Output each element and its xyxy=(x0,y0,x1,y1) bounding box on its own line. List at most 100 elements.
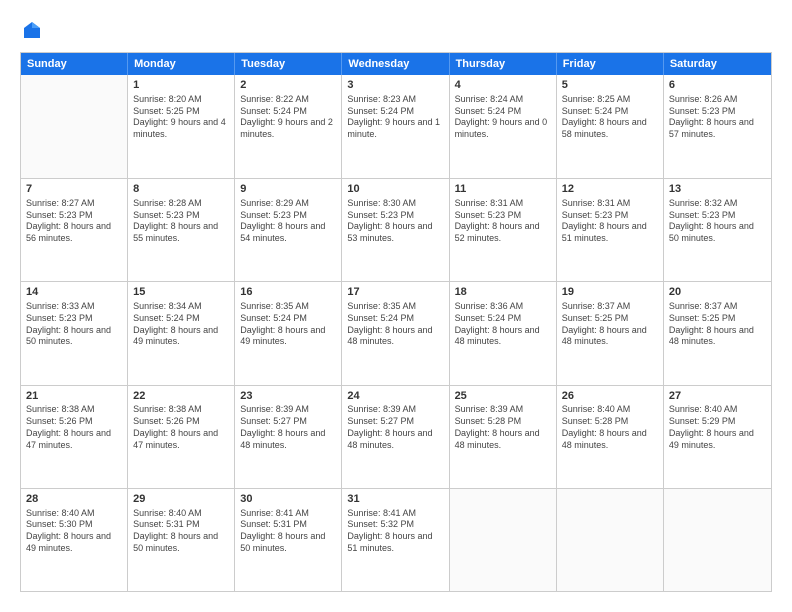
day-number: 3 xyxy=(347,78,443,93)
cell-info: Sunrise: 8:35 AMSunset: 5:24 PMDaylight:… xyxy=(240,301,336,348)
day-number: 7 xyxy=(26,182,122,197)
page: SundayMondayTuesdayWednesdayThursdayFrid… xyxy=(0,0,792,612)
day-number: 30 xyxy=(240,492,336,507)
cell-info: Sunrise: 8:25 AMSunset: 5:24 PMDaylight:… xyxy=(562,94,658,141)
cell-info: Sunrise: 8:39 AMSunset: 5:27 PMDaylight:… xyxy=(347,404,443,451)
day-cell-25: 25Sunrise: 8:39 AMSunset: 5:28 PMDayligh… xyxy=(450,386,557,488)
day-number: 12 xyxy=(562,182,658,197)
logo xyxy=(20,20,44,40)
day-cell-28: 28Sunrise: 8:40 AMSunset: 5:30 PMDayligh… xyxy=(21,489,128,591)
cell-info: Sunrise: 8:37 AMSunset: 5:25 PMDaylight:… xyxy=(669,301,766,348)
day-number: 6 xyxy=(669,78,766,93)
cell-info: Sunrise: 8:40 AMSunset: 5:28 PMDaylight:… xyxy=(562,404,658,451)
day-cell-31: 31Sunrise: 8:41 AMSunset: 5:32 PMDayligh… xyxy=(342,489,449,591)
day-number: 2 xyxy=(240,78,336,93)
cell-info: Sunrise: 8:22 AMSunset: 5:24 PMDaylight:… xyxy=(240,94,336,141)
calendar-row-2: 14Sunrise: 8:33 AMSunset: 5:23 PMDayligh… xyxy=(21,281,771,384)
day-number: 18 xyxy=(455,285,551,300)
day-cell-5: 5Sunrise: 8:25 AMSunset: 5:24 PMDaylight… xyxy=(557,75,664,178)
day-cell-14: 14Sunrise: 8:33 AMSunset: 5:23 PMDayligh… xyxy=(21,282,128,384)
day-number: 13 xyxy=(669,182,766,197)
day-number: 4 xyxy=(455,78,551,93)
cell-info: Sunrise: 8:27 AMSunset: 5:23 PMDaylight:… xyxy=(26,198,122,245)
day-cell-16: 16Sunrise: 8:35 AMSunset: 5:24 PMDayligh… xyxy=(235,282,342,384)
day-cell-24: 24Sunrise: 8:39 AMSunset: 5:27 PMDayligh… xyxy=(342,386,449,488)
cell-info: Sunrise: 8:32 AMSunset: 5:23 PMDaylight:… xyxy=(669,198,766,245)
cell-info: Sunrise: 8:20 AMSunset: 5:25 PMDaylight:… xyxy=(133,94,229,141)
day-number: 8 xyxy=(133,182,229,197)
weekday-header-sunday: Sunday xyxy=(21,53,128,75)
cell-info: Sunrise: 8:41 AMSunset: 5:31 PMDaylight:… xyxy=(240,508,336,555)
day-cell-19: 19Sunrise: 8:37 AMSunset: 5:25 PMDayligh… xyxy=(557,282,664,384)
logo-icon xyxy=(22,20,42,40)
day-number: 21 xyxy=(26,389,122,404)
day-cell-10: 10Sunrise: 8:30 AMSunset: 5:23 PMDayligh… xyxy=(342,179,449,281)
day-number: 17 xyxy=(347,285,443,300)
day-cell-27: 27Sunrise: 8:40 AMSunset: 5:29 PMDayligh… xyxy=(664,386,771,488)
cell-info: Sunrise: 8:33 AMSunset: 5:23 PMDaylight:… xyxy=(26,301,122,348)
day-cell-12: 12Sunrise: 8:31 AMSunset: 5:23 PMDayligh… xyxy=(557,179,664,281)
cell-info: Sunrise: 8:24 AMSunset: 5:24 PMDaylight:… xyxy=(455,94,551,141)
cell-info: Sunrise: 8:38 AMSunset: 5:26 PMDaylight:… xyxy=(133,404,229,451)
day-number: 27 xyxy=(669,389,766,404)
day-cell-30: 30Sunrise: 8:41 AMSunset: 5:31 PMDayligh… xyxy=(235,489,342,591)
cell-info: Sunrise: 8:36 AMSunset: 5:24 PMDaylight:… xyxy=(455,301,551,348)
day-number: 28 xyxy=(26,492,122,507)
empty-cell xyxy=(450,489,557,591)
empty-cell xyxy=(557,489,664,591)
weekday-header-thursday: Thursday xyxy=(450,53,557,75)
calendar-row-0: 1Sunrise: 8:20 AMSunset: 5:25 PMDaylight… xyxy=(21,75,771,178)
day-cell-8: 8Sunrise: 8:28 AMSunset: 5:23 PMDaylight… xyxy=(128,179,235,281)
cell-info: Sunrise: 8:31 AMSunset: 5:23 PMDaylight:… xyxy=(455,198,551,245)
day-cell-11: 11Sunrise: 8:31 AMSunset: 5:23 PMDayligh… xyxy=(450,179,557,281)
day-number: 25 xyxy=(455,389,551,404)
day-number: 26 xyxy=(562,389,658,404)
weekday-header-saturday: Saturday xyxy=(664,53,771,75)
day-number: 14 xyxy=(26,285,122,300)
day-cell-22: 22Sunrise: 8:38 AMSunset: 5:26 PMDayligh… xyxy=(128,386,235,488)
day-number: 29 xyxy=(133,492,229,507)
day-number: 31 xyxy=(347,492,443,507)
logo-text xyxy=(20,20,44,40)
cell-info: Sunrise: 8:34 AMSunset: 5:24 PMDaylight:… xyxy=(133,301,229,348)
day-number: 1 xyxy=(133,78,229,93)
calendar-row-1: 7Sunrise: 8:27 AMSunset: 5:23 PMDaylight… xyxy=(21,178,771,281)
day-number: 23 xyxy=(240,389,336,404)
cell-info: Sunrise: 8:40 AMSunset: 5:31 PMDaylight:… xyxy=(133,508,229,555)
cell-info: Sunrise: 8:23 AMSunset: 5:24 PMDaylight:… xyxy=(347,94,443,141)
cell-info: Sunrise: 8:29 AMSunset: 5:23 PMDaylight:… xyxy=(240,198,336,245)
cell-info: Sunrise: 8:26 AMSunset: 5:23 PMDaylight:… xyxy=(669,94,766,141)
cell-info: Sunrise: 8:35 AMSunset: 5:24 PMDaylight:… xyxy=(347,301,443,348)
day-number: 10 xyxy=(347,182,443,197)
cell-info: Sunrise: 8:37 AMSunset: 5:25 PMDaylight:… xyxy=(562,301,658,348)
day-cell-6: 6Sunrise: 8:26 AMSunset: 5:23 PMDaylight… xyxy=(664,75,771,178)
cell-info: Sunrise: 8:40 AMSunset: 5:30 PMDaylight:… xyxy=(26,508,122,555)
day-number: 15 xyxy=(133,285,229,300)
day-number: 9 xyxy=(240,182,336,197)
day-number: 19 xyxy=(562,285,658,300)
day-cell-1: 1Sunrise: 8:20 AMSunset: 5:25 PMDaylight… xyxy=(128,75,235,178)
weekday-header-monday: Monday xyxy=(128,53,235,75)
day-cell-20: 20Sunrise: 8:37 AMSunset: 5:25 PMDayligh… xyxy=(664,282,771,384)
calendar: SundayMondayTuesdayWednesdayThursdayFrid… xyxy=(20,52,772,592)
cell-info: Sunrise: 8:38 AMSunset: 5:26 PMDaylight:… xyxy=(26,404,122,451)
day-number: 20 xyxy=(669,285,766,300)
weekday-header-wednesday: Wednesday xyxy=(342,53,449,75)
calendar-row-4: 28Sunrise: 8:40 AMSunset: 5:30 PMDayligh… xyxy=(21,488,771,591)
day-cell-4: 4Sunrise: 8:24 AMSunset: 5:24 PMDaylight… xyxy=(450,75,557,178)
weekday-header-tuesday: Tuesday xyxy=(235,53,342,75)
day-number: 22 xyxy=(133,389,229,404)
day-number: 11 xyxy=(455,182,551,197)
calendar-header: SundayMondayTuesdayWednesdayThursdayFrid… xyxy=(21,53,771,75)
day-cell-2: 2Sunrise: 8:22 AMSunset: 5:24 PMDaylight… xyxy=(235,75,342,178)
cell-info: Sunrise: 8:39 AMSunset: 5:28 PMDaylight:… xyxy=(455,404,551,451)
day-cell-9: 9Sunrise: 8:29 AMSunset: 5:23 PMDaylight… xyxy=(235,179,342,281)
cell-info: Sunrise: 8:31 AMSunset: 5:23 PMDaylight:… xyxy=(562,198,658,245)
day-cell-26: 26Sunrise: 8:40 AMSunset: 5:28 PMDayligh… xyxy=(557,386,664,488)
cell-info: Sunrise: 8:41 AMSunset: 5:32 PMDaylight:… xyxy=(347,508,443,555)
day-cell-3: 3Sunrise: 8:23 AMSunset: 5:24 PMDaylight… xyxy=(342,75,449,178)
day-number: 5 xyxy=(562,78,658,93)
header xyxy=(20,20,772,40)
day-cell-21: 21Sunrise: 8:38 AMSunset: 5:26 PMDayligh… xyxy=(21,386,128,488)
day-cell-15: 15Sunrise: 8:34 AMSunset: 5:24 PMDayligh… xyxy=(128,282,235,384)
